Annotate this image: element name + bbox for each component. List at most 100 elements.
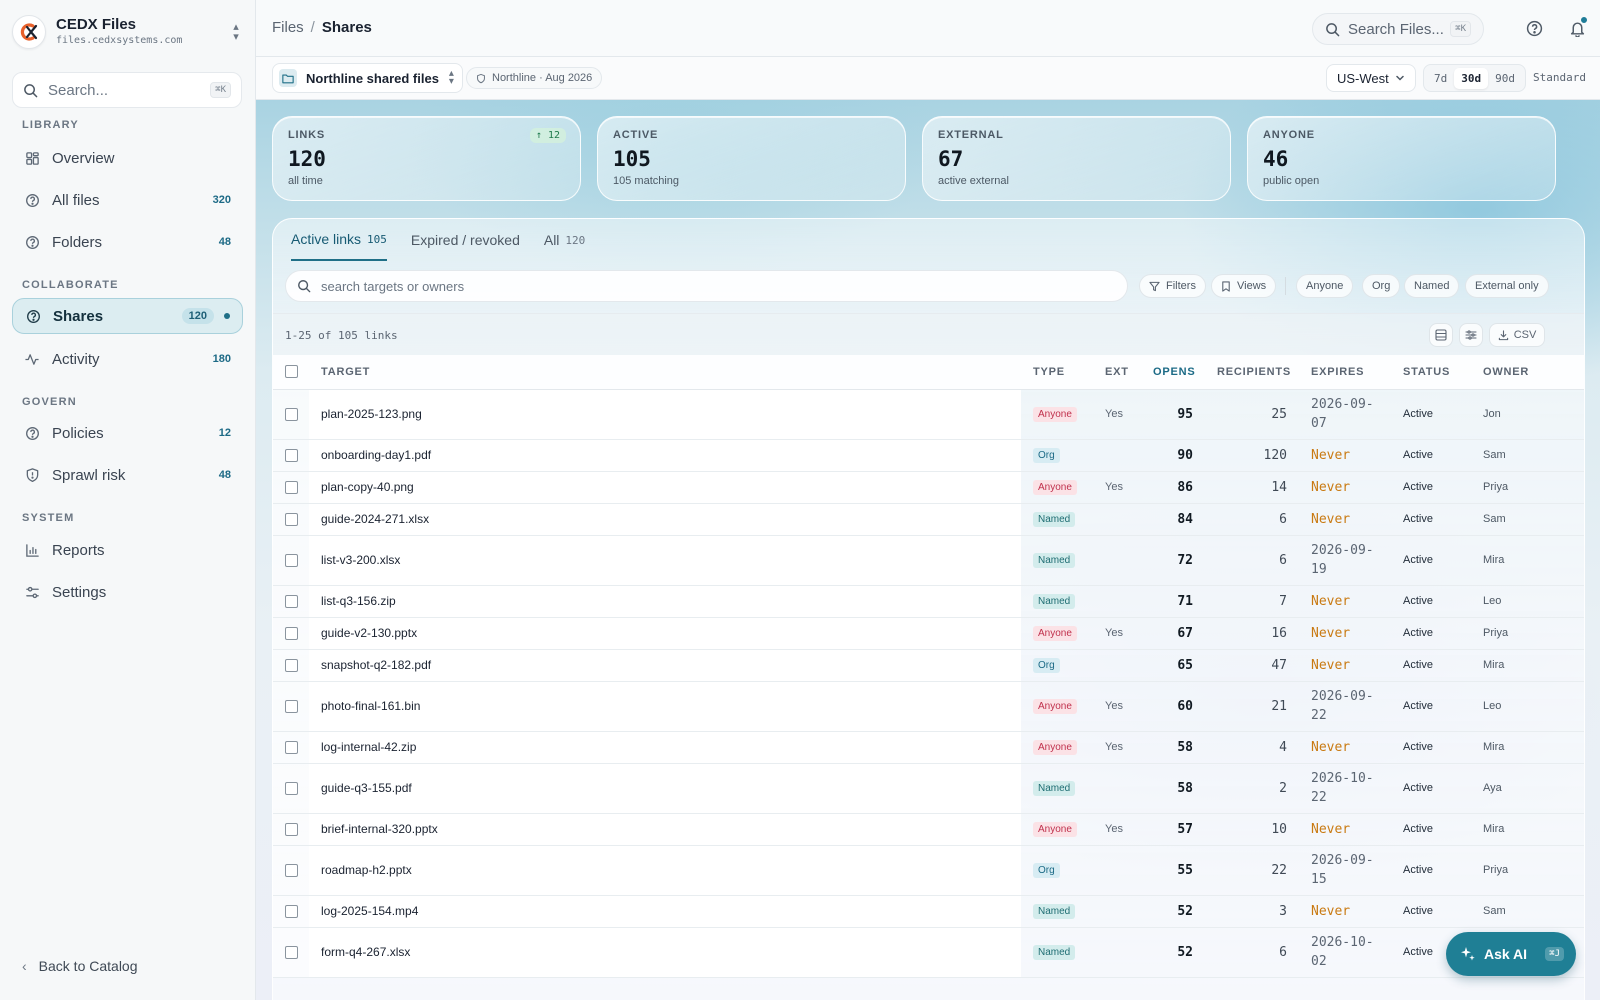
filter-chip-named[interactable]: Named	[1404, 274, 1460, 298]
sidebar-item-folders[interactable]: Folders 48	[12, 224, 243, 260]
target-cell[interactable]: brief-internal-320.pptx	[309, 813, 1021, 846]
target-cell[interactable]: snapshot-q2-182.pdf	[309, 649, 1021, 682]
target-cell[interactable]: list-q3-156.zip	[309, 585, 1021, 618]
table-row[interactable]: log-internal-42.zip Anyone Yes 58 4 Never Acti…	[273, 731, 1584, 764]
column-header-type[interactable]: TYPE	[1021, 355, 1093, 390]
row-checkbox[interactable]	[285, 554, 298, 568]
row-checkbox[interactable]	[285, 513, 298, 527]
help-circle-icon	[24, 234, 40, 250]
column-header-target[interactable]: TARGET	[309, 355, 1021, 390]
tab-active-links[interactable]: Active links 105	[291, 219, 387, 261]
target-cell[interactable]: log-2025-154.mp4	[309, 895, 1021, 928]
target-cell[interactable]: form-q4-267.xlsx	[309, 927, 1021, 978]
column-header-opens[interactable]: OPENS	[1141, 355, 1205, 390]
table-row[interactable]: list-v3-200.xlsx Named 72 6 2026-09- 19 Active…	[273, 535, 1584, 586]
table-row[interactable]: plan-2025-123.png Anyone Yes 95 25 2026-09- 07…	[273, 389, 1584, 440]
help-icon[interactable]	[1524, 18, 1544, 38]
filter-chip-org[interactable]: Org	[1362, 274, 1401, 298]
row-checkbox[interactable]	[285, 946, 298, 960]
row-checkbox[interactable]	[285, 823, 298, 837]
filter-chip-external-only[interactable]: External only	[1465, 274, 1549, 298]
workspace-switcher[interactable]: CEDX Files files.cedxsystems.com ▴ ▾	[12, 14, 244, 50]
row-checkbox[interactable]	[285, 905, 298, 919]
table-row[interactable]: guide-q3-155.pdf Named 58 2 2026-10- 22 Active…	[273, 763, 1584, 814]
export-csv-button[interactable]: CSV	[1489, 323, 1545, 347]
help-circle-icon	[24, 192, 40, 208]
global-search-input[interactable]: Search Files... ⌘K	[1312, 13, 1484, 45]
column-header-recipients[interactable]: RECIPIENTS	[1205, 355, 1299, 390]
sidebar-item-reports[interactable]: Reports	[12, 532, 243, 568]
table-row[interactable]: roadmap-h2.pptx Org 55 22 2026-09- 15 Active Pr…	[273, 845, 1584, 896]
target-cell[interactable]: photo-final-161.bin	[309, 681, 1021, 732]
sidebar-item-policies[interactable]: Policies 12	[12, 415, 243, 451]
sidebar-item-all-files[interactable]: All files 320	[12, 182, 243, 218]
row-checkbox[interactable]	[285, 627, 298, 641]
sidebar-item-overview[interactable]: Overview	[12, 140, 243, 176]
breadcrumb-files[interactable]: Files	[272, 19, 304, 36]
table-row[interactable]: plan-copy-40.png Anyone Yes 86 14 Never Active…	[273, 471, 1584, 504]
columns-settings-icon[interactable]	[1459, 323, 1483, 347]
sidebar-item-shares[interactable]: Shares 120	[12, 298, 243, 334]
row-select-cell	[273, 927, 309, 978]
table-row[interactable]: log-2025-154.mp4 Named 52 3 Never Active Sam	[273, 895, 1584, 928]
target-cell[interactable]: plan-2025-123.png	[309, 389, 1021, 440]
shared-files-selector[interactable]: Northline shared files ▴ ▾	[272, 63, 463, 93]
row-checkbox[interactable]	[285, 659, 298, 673]
row-checkbox[interactable]	[285, 449, 298, 463]
ask-ai-button[interactable]: Ask AI ⌘J	[1446, 932, 1576, 976]
column-header-ext[interactable]: EXT	[1093, 355, 1141, 390]
table-row[interactable]: onboarding-day1.pdf Org 90 120 Never Active Sa…	[273, 439, 1584, 472]
target-cell[interactable]: guide-2024-271.xlsx	[309, 503, 1021, 536]
tab-all[interactable]: All 120	[544, 219, 585, 261]
target-cell[interactable]: log-internal-42.zip	[309, 731, 1021, 764]
target-cell[interactable]: list-v3-200.xlsx	[309, 535, 1021, 586]
region-select[interactable]: US-West	[1326, 64, 1416, 92]
external-cell	[1093, 535, 1141, 586]
table-row[interactable]: photo-final-161.bin Anyone Yes 60 21 2026-09-…	[273, 681, 1584, 732]
density-toggle[interactable]: Standard	[1533, 71, 1586, 84]
target-cell[interactable]: guide-v2-130.pptx	[309, 617, 1021, 650]
table-view-icon[interactable]	[1429, 323, 1453, 347]
column-header-status[interactable]: STATUS	[1391, 355, 1471, 390]
sidebar-item-activity[interactable]: Activity 180	[12, 341, 243, 377]
table-row[interactable]: guide-v2-130.pptx Anyone Yes 67 16 Never Activ…	[273, 617, 1584, 650]
table-row[interactable]: guide-2024-271.xlsx Named 84 6 Never Active Sa…	[273, 503, 1584, 536]
range-30d[interactable]: 30d	[1454, 67, 1489, 89]
target-cell[interactable]: onboarding-day1.pdf	[309, 439, 1021, 472]
row-checkbox[interactable]	[285, 481, 298, 495]
sidebar-item-count: 48	[218, 469, 231, 481]
type-badge: Anyone	[1033, 740, 1077, 755]
table-row[interactable]: form-q4-267.xlsx Named 52 6 2026-10- 02 Active…	[273, 927, 1584, 978]
row-checkbox[interactable]	[285, 595, 298, 609]
table-row[interactable]: brief-internal-320.pptx Anyone Yes 57 10 Neve…	[273, 813, 1584, 846]
sidebar-item-sprawl-risk[interactable]: Sprawl risk 48	[12, 457, 243, 493]
back-to-catalog-link[interactable]: ‹ Back to Catalog	[22, 958, 138, 974]
range-7d[interactable]: 7d	[1427, 68, 1454, 89]
tab-list: Active links 105 Expired / revoked All 1…	[291, 219, 609, 261]
select-all-checkbox[interactable]	[285, 365, 298, 379]
target-cell[interactable]: guide-q3-155.pdf	[309, 763, 1021, 814]
filters-button[interactable]: Filters	[1139, 274, 1206, 298]
target-cell[interactable]: roadmap-h2.pptx	[309, 845, 1021, 896]
range-90d[interactable]: 90d	[1488, 68, 1522, 89]
ask-ai-label: Ask AI	[1484, 946, 1528, 962]
expires-cell: Never	[1299, 503, 1391, 536]
bell-icon[interactable]	[1567, 16, 1588, 38]
row-checkbox[interactable]	[285, 741, 298, 755]
views-button[interactable]: Views	[1211, 274, 1277, 298]
column-header-expires[interactable]: EXPIRES	[1299, 355, 1391, 390]
tab-expired-revoked[interactable]: Expired / revoked	[411, 219, 520, 261]
row-checkbox[interactable]	[285, 408, 298, 422]
column-header-owner[interactable]: OWNER	[1471, 355, 1584, 390]
sidebar-item-settings[interactable]: Settings	[12, 574, 243, 610]
row-checkbox[interactable]	[285, 782, 298, 796]
filter-chip-anyone[interactable]: Anyone	[1296, 274, 1354, 298]
sidebar-search-input[interactable]: Search... ⌘K	[12, 72, 242, 108]
row-checkbox[interactable]	[285, 700, 298, 714]
target-cell[interactable]: plan-copy-40.png	[309, 471, 1021, 504]
target-search-input[interactable]: search targets or owners	[285, 270, 1128, 302]
row-checkbox[interactable]	[285, 864, 298, 878]
table-row[interactable]: list-q3-156.zip Named 71 7 Never Active Leo	[273, 585, 1584, 618]
type-badge: Named	[1033, 553, 1076, 568]
table-row[interactable]: snapshot-q2-182.pdf Org 65 47 Never Active Mir…	[273, 649, 1584, 682]
